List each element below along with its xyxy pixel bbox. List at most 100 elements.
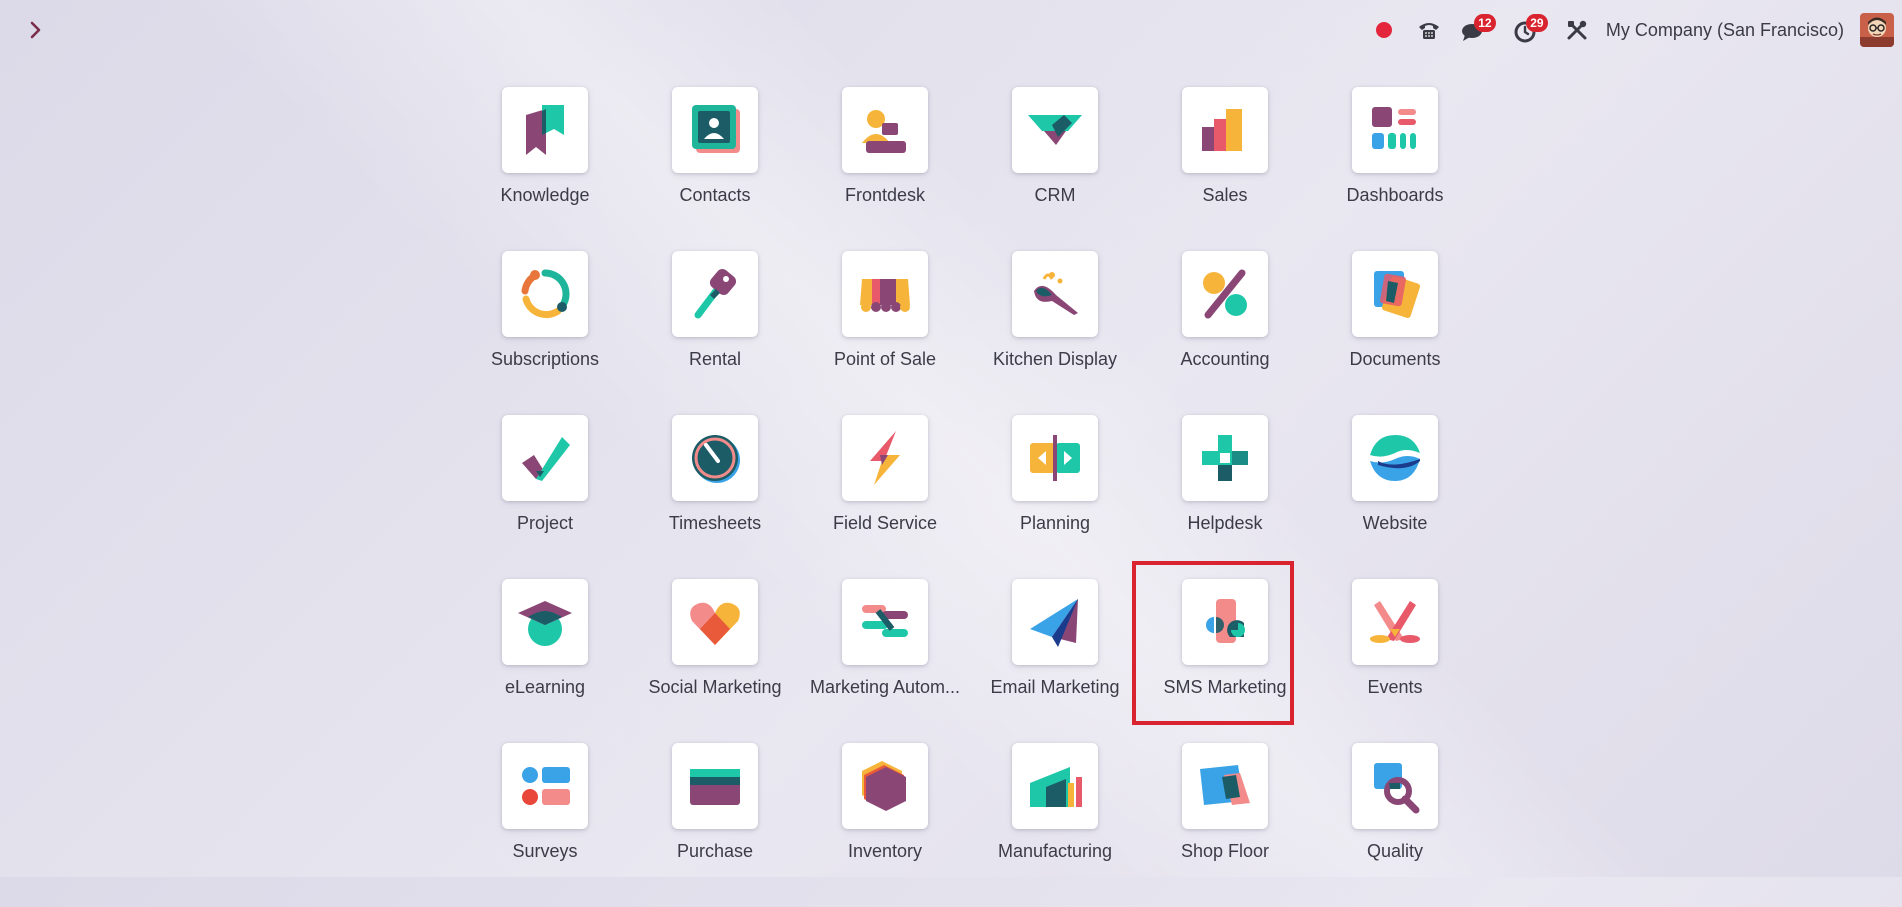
accounting-icon: [1182, 251, 1268, 337]
app-accounting[interactable]: Accounting: [1140, 251, 1310, 415]
helpdesk-icon: [1182, 415, 1268, 501]
phone-icon: [1418, 23, 1439, 39]
app-label: Point of Sale: [833, 349, 937, 369]
app-label: CRM: [1034, 185, 1076, 205]
dashboards-icon: [1352, 87, 1438, 173]
record-dot-icon: [1375, 22, 1392, 38]
quality-icon: [1352, 743, 1438, 829]
app-label: Contacts: [679, 185, 751, 205]
rental-icon: [672, 251, 758, 337]
user-avatar-icon: [1860, 13, 1894, 47]
marketing-automation-icon: [842, 579, 928, 665]
app-frontdesk[interactable]: Frontdesk: [800, 87, 970, 251]
app-label: Rental: [688, 349, 742, 369]
project-icon: [502, 415, 588, 501]
app-label: Planning: [1019, 513, 1091, 533]
app-label: Social Marketing: [648, 677, 782, 697]
app-crm[interactable]: CRM: [970, 87, 1140, 251]
app-manufacturing[interactable]: Manufacturing: [970, 743, 1140, 907]
app-social-marketing[interactable]: Social Marketing: [630, 579, 800, 743]
app-marketing-automation[interactable]: Marketing Autom...: [800, 579, 970, 743]
kitchen-display-icon: [1012, 251, 1098, 337]
app-label: Marketing Autom...: [809, 677, 961, 697]
events-icon: [1352, 579, 1438, 665]
app-label: Manufacturing: [997, 841, 1113, 861]
messages-badge: 12: [1473, 14, 1496, 32]
app-timesheets[interactable]: Timesheets: [630, 415, 800, 579]
app-sms-marketing[interactable]: SMS Marketing: [1140, 579, 1310, 743]
app-label: Knowledge: [500, 185, 590, 205]
app-elearning[interactable]: eLearning: [460, 579, 630, 743]
app-dashboards[interactable]: Dashboards: [1310, 87, 1480, 251]
elearning-icon: [502, 579, 588, 665]
app-contacts[interactable]: Contacts: [630, 87, 800, 251]
planning-icon: [1012, 415, 1098, 501]
app-quality[interactable]: Quality: [1310, 743, 1480, 907]
app-helpdesk[interactable]: Helpdesk: [1140, 415, 1310, 579]
app-label: Events: [1367, 677, 1423, 697]
subscriptions-icon: [502, 251, 588, 337]
app-documents[interactable]: Documents: [1310, 251, 1480, 415]
app-label: Subscriptions: [490, 349, 600, 369]
app-project[interactable]: Project: [460, 415, 630, 579]
app-sales[interactable]: Sales: [1140, 87, 1310, 251]
frontdesk-icon: [842, 87, 928, 173]
field-service-icon: [842, 415, 928, 501]
app-label: Kitchen Display: [992, 349, 1118, 369]
app-label: Quality: [1366, 841, 1424, 861]
crm-icon: [1012, 87, 1098, 173]
app-label: Project: [516, 513, 574, 533]
manufacturing-icon: [1012, 743, 1098, 829]
app-grid: Knowledge Contacts Frontdesk CRM Sales D…: [460, 87, 1480, 907]
app-shop-floor[interactable]: Shop Floor: [1140, 743, 1310, 907]
email-marketing-icon: [1012, 579, 1098, 665]
app-website[interactable]: Website: [1310, 415, 1480, 579]
app-subscriptions[interactable]: Subscriptions: [460, 251, 630, 415]
app-surveys[interactable]: Surveys: [460, 743, 630, 907]
shop-floor-icon: [1182, 743, 1268, 829]
app-knowledge[interactable]: Knowledge: [460, 87, 630, 251]
activities-button[interactable]: 29: [1510, 12, 1554, 48]
voip-button[interactable]: [1412, 12, 1446, 48]
documents-icon: [1352, 251, 1438, 337]
app-label: Email Marketing: [990, 677, 1120, 697]
app-label: Dashboards: [1346, 185, 1444, 205]
menu-toggle-button[interactable]: [22, 16, 50, 44]
purchase-icon: [672, 743, 758, 829]
app-label: Frontdesk: [844, 185, 926, 205]
app-rental[interactable]: Rental: [630, 251, 800, 415]
app-kitchen-display[interactable]: Kitchen Display: [970, 251, 1140, 415]
inventory-icon: [842, 743, 928, 829]
point-of-sale-icon: [842, 251, 928, 337]
recording-indicator[interactable]: [1375, 12, 1412, 48]
knowledge-icon: [502, 87, 588, 173]
app-purchase[interactable]: Purchase: [630, 743, 800, 907]
app-label: Accounting: [1180, 349, 1270, 369]
timesheets-icon: [672, 415, 758, 501]
app-planning[interactable]: Planning: [970, 415, 1140, 579]
app-label: Surveys: [512, 841, 578, 861]
app-label: Field Service: [832, 513, 938, 533]
company-switcher[interactable]: My Company (San Francisco): [1606, 20, 1844, 41]
app-label: Purchase: [676, 841, 754, 861]
app-point-of-sale[interactable]: Point of Sale: [800, 251, 970, 415]
chevron-right-icon: [30, 21, 41, 39]
surveys-icon: [502, 743, 588, 829]
messages-button[interactable]: 12: [1458, 12, 1502, 48]
app-inventory[interactable]: Inventory: [800, 743, 970, 907]
app-label: Website: [1362, 513, 1428, 533]
app-label: Inventory: [847, 841, 923, 861]
app-label: Sales: [1202, 185, 1248, 205]
debug-tools-button[interactable]: [1562, 12, 1592, 48]
social-marketing-icon: [672, 579, 758, 665]
app-label: Helpdesk: [1187, 513, 1263, 533]
app-events[interactable]: Events: [1310, 579, 1480, 743]
user-avatar[interactable]: [1860, 13, 1894, 47]
top-bar: 12 29 My Company (San Francisco): [0, 0, 1902, 60]
website-icon: [1352, 415, 1438, 501]
app-label: Shop Floor: [1180, 841, 1270, 861]
systray: 12 29 My Company (San Francisco): [1375, 12, 1894, 48]
app-email-marketing[interactable]: Email Marketing: [970, 579, 1140, 743]
app-field-service[interactable]: Field Service: [800, 415, 970, 579]
tools-icon: [1567, 20, 1587, 40]
